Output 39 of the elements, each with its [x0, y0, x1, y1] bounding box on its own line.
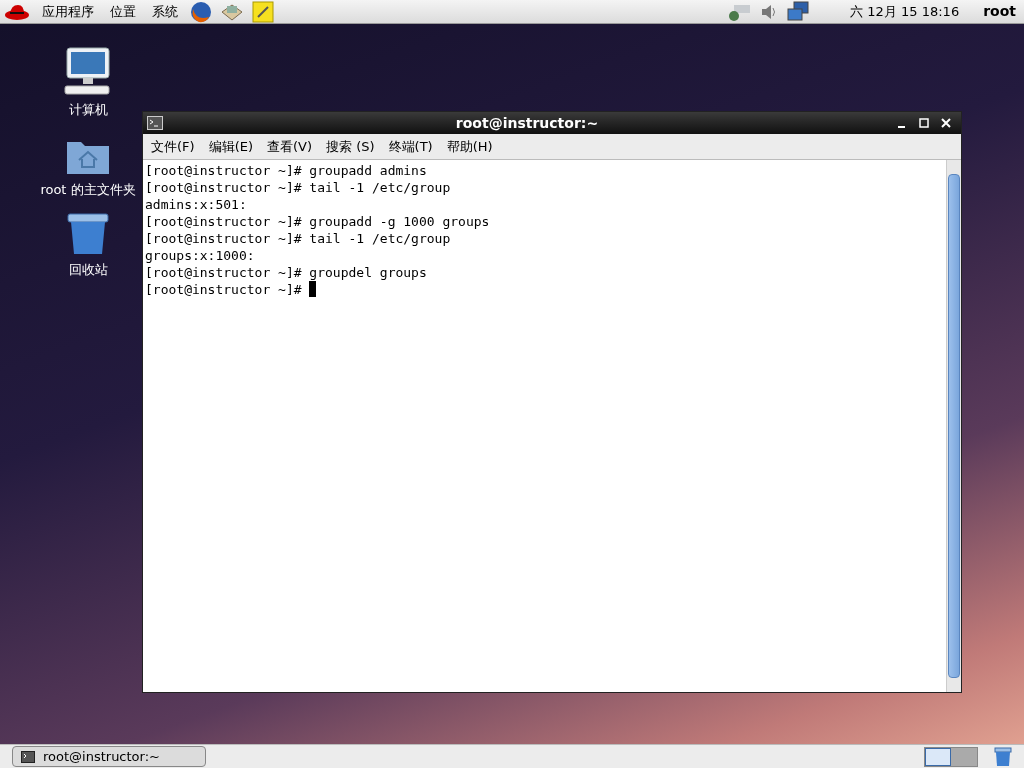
- terminal-line: admins:x:501:: [145, 196, 247, 213]
- terminal-icon: [21, 750, 35, 763]
- monitors-icon[interactable]: [786, 0, 811, 23]
- trash-icon[interactable]: [994, 746, 1012, 767]
- terminal-line: groups:x:1000:: [145, 247, 255, 264]
- scrollbar[interactable]: [946, 160, 961, 692]
- menu-item[interactable]: 查看(V): [267, 136, 313, 157]
- hat-logo-icon[interactable]: [4, 2, 30, 21]
- terminal-line: [root@instructor ~]#: [145, 281, 303, 298]
- panel-menu[interactable]: 位置: [106, 1, 140, 22]
- terminal-line: [root@instructor ~]# tail -1 /etc/group: [145, 179, 451, 196]
- terminal-line: [root@instructor ~]# groupadd admins: [145, 162, 427, 179]
- user-name[interactable]: root: [983, 1, 1016, 22]
- desktop-icon-label[interactable]: root 的主文件夹: [40, 180, 136, 200]
- desktop-icon-label[interactable]: 计算机: [68, 100, 108, 120]
- browser-icon[interactable]: [190, 0, 212, 23]
- menu-item[interactable]: 帮助(H): [446, 136, 493, 157]
- terminal-line: [root@instructor ~]# groupadd -g 1000 groups: [145, 213, 490, 230]
- note-pencil-icon[interactable]: [252, 0, 274, 23]
- terminal-icon: [147, 116, 163, 130]
- computer-icon: [63, 46, 113, 96]
- close-icon[interactable]: [940, 117, 952, 129]
- menu-item[interactable]: 终端(T): [388, 136, 433, 157]
- trash-icon: [66, 212, 110, 256]
- terminal-line: [root@instructor ~]# tail -1 /etc/group: [145, 230, 451, 247]
- menu-item[interactable]: 搜索 (S): [326, 136, 375, 157]
- window-title: root@instructor:~: [454, 113, 600, 133]
- menu-item[interactable]: 文件(F): [151, 136, 195, 157]
- menu-item[interactable]: 编辑(E): [208, 136, 253, 157]
- taskbar-button[interactable]: root@instructor:~: [12, 746, 206, 767]
- desktop-icon-label[interactable]: 回收站: [68, 260, 108, 280]
- maximize-icon[interactable]: [918, 117, 930, 129]
- panel-menu[interactable]: 应用程序: [38, 1, 98, 22]
- clock[interactable]: 六 12月 15 18:16: [850, 1, 960, 22]
- terminal-line: [root@instructor ~]# groupdel groups: [145, 264, 427, 281]
- panel-menu[interactable]: 系统: [148, 1, 182, 22]
- scrollbar-thumb[interactable]: [948, 174, 960, 678]
- workspace[interactable]: [925, 747, 951, 766]
- text-cursor: [309, 281, 317, 297]
